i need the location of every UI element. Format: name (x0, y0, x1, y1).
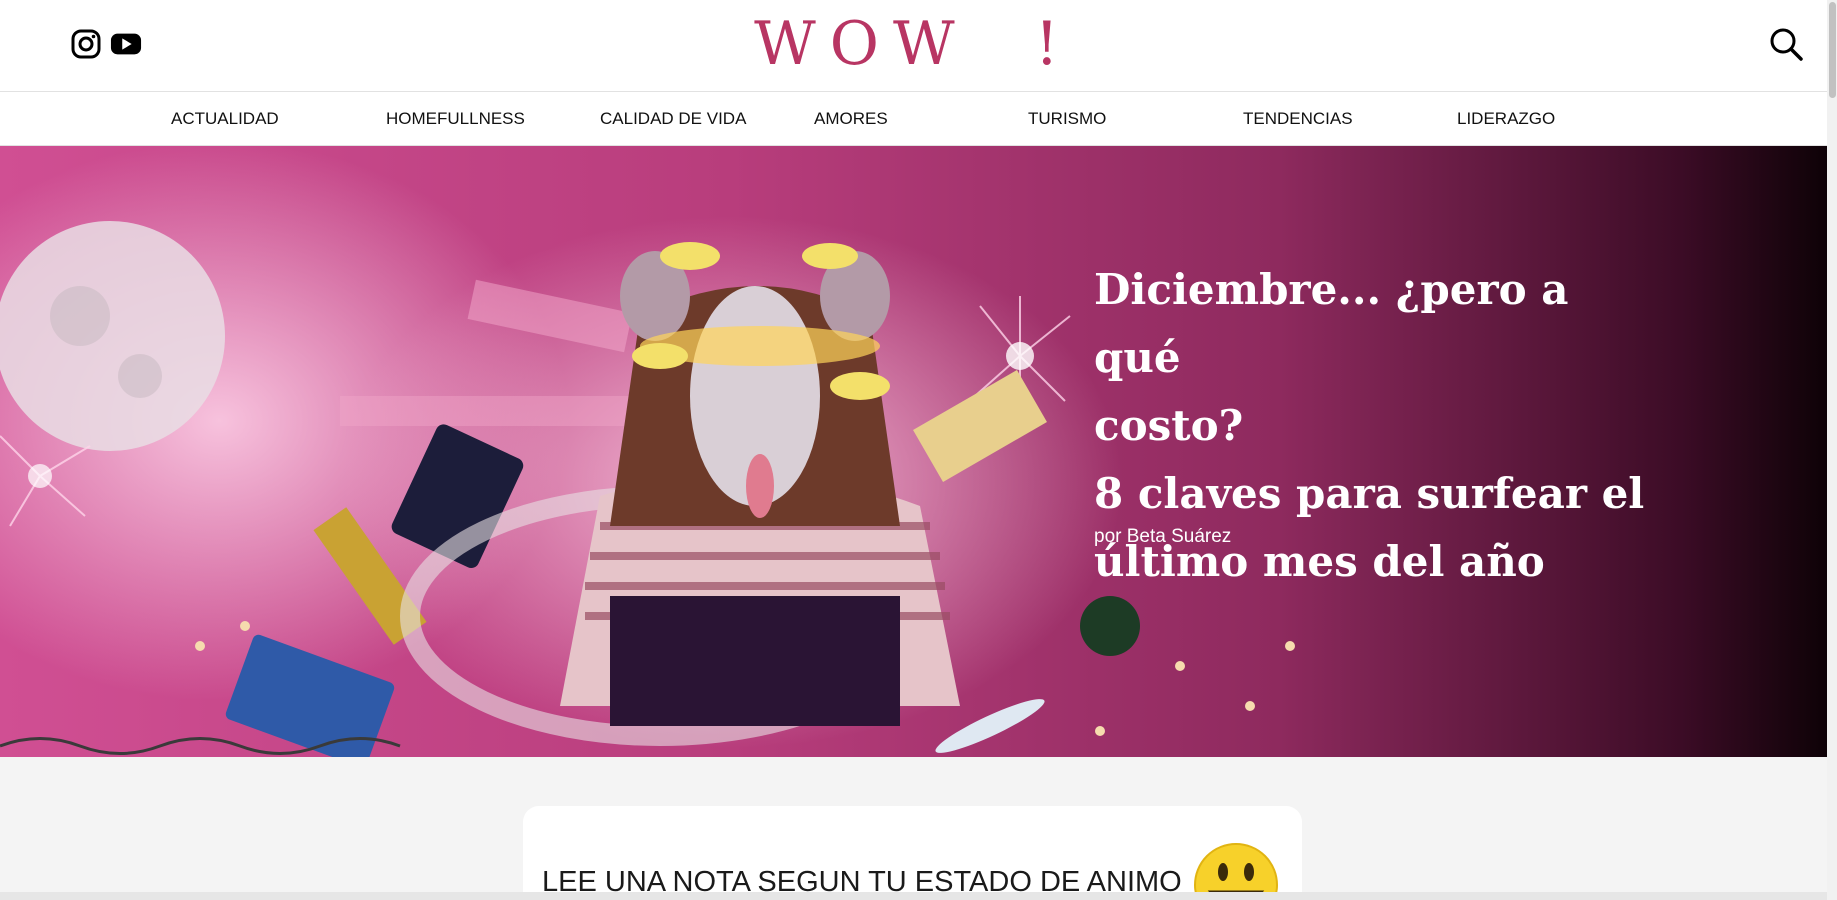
hero-banner[interactable]: Diciembre... ¿pero a qué costo? 8 claves… (0, 146, 1827, 757)
nav-item-actualidad[interactable]: ACTUALIDAD (171, 109, 279, 129)
vertical-scrollbar[interactable] (1827, 0, 1837, 900)
nav-item-amores[interactable]: AMORES (814, 109, 888, 129)
hero-headline-line: 8 claves para surfear el (1094, 469, 1645, 518)
horizontal-scrollbar[interactable] (0, 892, 1827, 900)
vertical-scrollbar-thumb[interactable] (1829, 2, 1836, 98)
site-header: WOW ! (0, 0, 1827, 92)
search-icon[interactable] (1768, 26, 1804, 62)
nav-item-turismo[interactable]: TURISMO (1028, 109, 1106, 129)
nav-item-tendencias[interactable]: TENDENCIAS (1243, 109, 1353, 129)
youtube-icon[interactable] (110, 28, 142, 60)
nav-item-liderazgo[interactable]: LIDERAZGO (1457, 109, 1555, 129)
mood-section-card: LEE UNA NOTA SEGUN TU ESTADO DE ANIMO (523, 806, 1302, 900)
social-links (70, 28, 142, 60)
hero-author-byline: por Beta Suárez (1094, 526, 1232, 547)
hero-headline-line: costo? (1094, 401, 1244, 450)
site-logo[interactable]: WOW ! (754, 14, 1073, 74)
main-nav: ACTUALIDAD HOMEFULLNESS CALIDAD DE VIDA … (0, 92, 1827, 146)
hero-headline-line: Diciembre... ¿pero a qué (1094, 265, 1569, 382)
instagram-icon[interactable] (70, 28, 102, 60)
nav-item-calidad-de-vida[interactable]: CALIDAD DE VIDA (600, 109, 746, 129)
nav-item-homefullness[interactable]: HOMEFULLNESS (386, 109, 525, 129)
